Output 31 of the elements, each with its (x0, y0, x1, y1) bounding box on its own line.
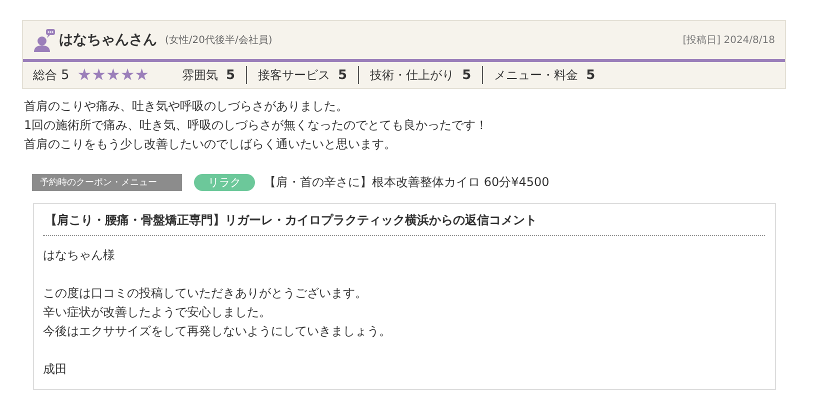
star-icon: ★ (92, 67, 106, 83)
overall-score: 5 (61, 68, 70, 82)
rating-score: 5 (586, 68, 596, 82)
rating-label: 接客サービス (258, 66, 330, 84)
rating-score: 5 (462, 68, 472, 82)
star-icon: ★ (77, 67, 92, 83)
rating-label: メニュー・料金 (494, 66, 578, 84)
coupon-label: 予約時のクーポン・メニュー (32, 174, 182, 190)
rating-label: 雰囲気 (182, 66, 218, 84)
menu-name: 【肩・首の辛さに】根本改善整体カイロ 60分¥4500 (264, 174, 550, 190)
reply-text: 辛い症状が改善したようで安心しました。 (43, 304, 272, 321)
star-icon: ★ (120, 67, 135, 83)
overall-label: 総合 (33, 66, 57, 84)
review-text: 首肩のこりや痛み、吐き気や呼吸のしづらさがありました。 (24, 98, 349, 115)
rating-score: 5 (226, 68, 236, 82)
reply-title: 【肩こり・腰痛・骨盤矯正専門】リガーレ・カイロプラクティック横浜からの返信コメント (43, 210, 765, 236)
reply-text: 今後はエクササイズをして再発しないようにしていきましょう。 (43, 323, 392, 340)
review-text: 1回の施術所で痛み、吐き気、呼吸のしづらさが無くなったのでとても良かったです！ (24, 117, 489, 134)
rating-score: 5 (338, 68, 348, 82)
user-comment-icon (33, 28, 55, 52)
review-text: 首肩のこりをもう少し改善したいのでしばらく通いたいと思います。 (24, 136, 397, 153)
reviewer-profile: (女性/20代後半/会社員) (165, 34, 272, 47)
reviewer-name: はなちゃんさん (59, 31, 157, 49)
reply-text: この度は口コミの投稿していただきありがとうございます。 (43, 285, 368, 302)
reply-text: 成田 (43, 361, 68, 378)
star-icon: ★ (106, 67, 120, 83)
category-tag: リラク (194, 174, 255, 190)
reply-text: はなちゃん様 (43, 247, 116, 264)
star-icon: ★ (134, 67, 149, 83)
rating-label: 技術・仕上がり (370, 66, 454, 84)
post-date: [投稿日] 2024/8/18 (682, 34, 775, 47)
